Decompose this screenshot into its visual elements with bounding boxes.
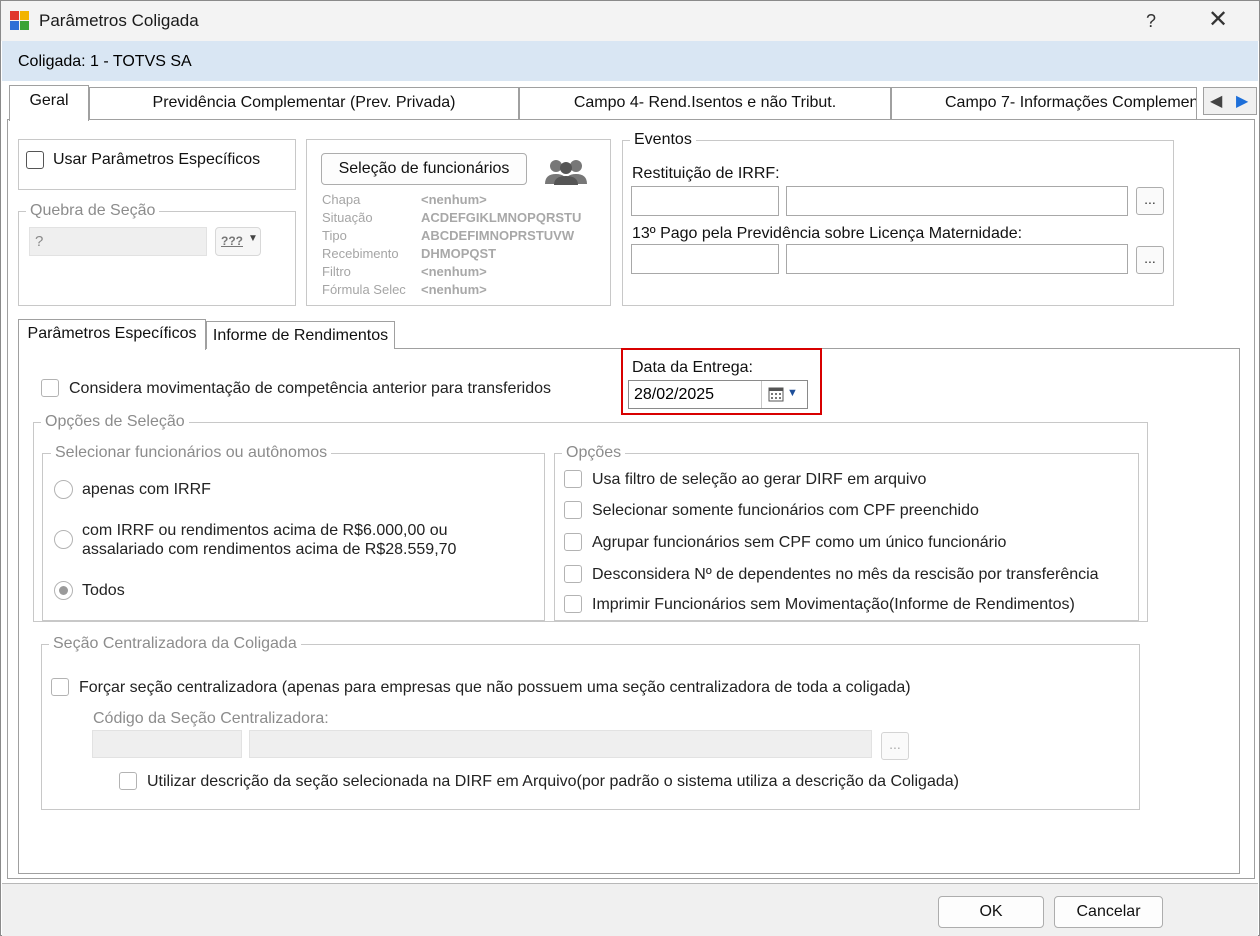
selecao-row-value: DHMOPQST [421,246,497,261]
selecao-row-label: Tipo [322,228,347,243]
selecao-row-value: <nenhum> [421,282,487,297]
selecao-row-label: Situação [322,210,373,225]
forcar-secao-checkbox[interactable] [51,678,69,696]
chevron-down-icon[interactable]: ▼ [787,387,798,399]
decimo-lookup-button[interactable]: ... [1136,246,1164,274]
tab-scroll-left-icon[interactable]: ◀ [1210,91,1222,111]
opcoes-legend: Opções [562,444,626,462]
codigo-secao-label: Código da Seção Centralizadora: [93,710,329,727]
ok-button[interactable]: OK [938,896,1044,928]
selecao-funcionarios-button[interactable]: Seleção de funcionários [321,153,527,185]
quebra-secao-group [18,211,296,306]
secao-lookup-button[interactable]: ... [881,732,909,760]
opcao-usa-filtro-label: Usa filtro de seleção ao gerar DIRF em a… [592,471,927,488]
radio-apenas-irrf-label: apenas com IRRF [82,481,211,498]
selecao-row-value: ABCDEFIMNOPRSTUVW [421,228,575,243]
selecionar-funcionarios-legend: Selecionar funcionários ou autônomos [51,444,332,462]
considera-label: Considera movimentação de competência an… [69,380,552,397]
tab-scroll-buttons: ◀ ▶ [1203,87,1257,115]
radio-com-irrf-label-line2: assalariado com rendimentos acima de R$2… [82,541,457,558]
dialog-window: Parâmetros Coligada ? ✕ Coligada: 1 - TO… [0,0,1260,936]
opcao-agrupar-checkbox[interactable] [564,533,582,551]
quebra-secao-dropdown-button[interactable]: ??? ▼ [215,227,261,256]
tab-geral[interactable]: Geral [9,85,89,121]
usar-parametros-label: Usar Parâmetros Específicos [53,151,261,168]
selecao-row-label: Fórmula Selec [322,282,406,297]
chevron-down-icon: ▼ [248,233,258,244]
restituicao-label: Restituição de IRRF: [632,165,780,182]
selecao-row-label: Chapa [322,192,361,207]
opcao-somente-cpf-checkbox[interactable] [564,501,582,519]
forcar-secao-label: Forçar seção centralizadora (apenas para… [79,679,911,696]
quebra-secao-input[interactable]: ? [29,227,207,256]
selecao-row-label: Recebimento [322,246,399,261]
selecao-row-value: <nenhum> [421,264,487,279]
subtab-parametros-especificos[interactable]: Parâmetros Específicos [18,319,206,350]
secao-centralizadora-legend: Seção Centralizadora da Coligada [49,635,301,653]
descricao-secao-input[interactable] [249,730,872,758]
tab-campo-4[interactable]: Campo 4- Rend.Isentos e não Tribut. [519,87,891,119]
coligada-label: Coligada: 1 - TOTVS SA [18,53,192,70]
codigo-secao-input[interactable] [92,730,242,758]
usar-parametros-checkbox[interactable] [26,151,44,169]
selecao-row-label: Filtro [322,264,351,279]
selecao-row-value: <nenhum> [421,192,487,207]
opcao-somente-cpf-label: Selecionar somente funcionários com CPF … [592,502,979,519]
quebra-secao-legend: Quebra de Seção [26,202,160,220]
opcoes-selecao-legend: Opções de Seleção [41,413,189,431]
restituicao-code-input[interactable] [631,186,779,216]
window-title: Parâmetros Coligada [39,11,199,30]
tab-campo-7[interactable]: Campo 7- Informações Complementares [891,87,1197,119]
cancel-button[interactable]: Cancelar [1054,896,1163,928]
tab-scroll-right-icon[interactable]: ▶ [1236,91,1248,111]
radio-com-irrf-label-line1: com IRRF ou rendimentos acima de R$6.000… [82,522,448,539]
data-entrega-label: Data da Entrega: [632,359,753,376]
app-icon [10,11,30,31]
coligada-bar: Coligada: 1 - TOTVS SA [2,41,1258,81]
subtab-informe-rendimentos[interactable]: Informe de Rendimentos [206,321,395,349]
utilizar-descricao-label: Utilizar descrição da seção selecionada … [147,773,959,790]
radio-todos[interactable] [54,581,73,600]
data-entrega-input[interactable]: 28/02/2025 ▼ [628,380,808,409]
close-button[interactable]: ✕ [1195,5,1241,37]
considera-checkbox[interactable] [41,379,59,397]
help-button[interactable]: ? [1131,5,1171,37]
decimo-code-input[interactable] [631,244,779,274]
opcao-usa-filtro-checkbox[interactable] [564,470,582,488]
radio-com-irrf-ou-rendimentos[interactable] [54,530,73,549]
data-entrega-value: 28/02/2025 [634,386,715,403]
utilizar-descricao-checkbox[interactable] [119,772,137,790]
tab-previdencia-complementar[interactable]: Previdência Complementar (Prev. Privada) [89,87,519,119]
calendar-icon[interactable] [768,387,784,402]
restituicao-lookup-button[interactable]: ... [1136,187,1164,215]
radio-apenas-irrf[interactable] [54,480,73,499]
selecao-row-value: ACDEFGIKLMNOPQRSTU [421,210,582,225]
decimo-label: 13º Pago pela Previdência sobre Licença … [632,225,1023,242]
opcao-agrupar-label: Agrupar funcionários sem CPF como um úni… [592,534,1007,551]
opcao-imprimir-checkbox[interactable] [564,595,582,613]
quebra-secao-value: ? [35,233,44,250]
opcao-desconsidera-label: Desconsidera Nº de dependentes no mês da… [592,566,1099,583]
eventos-legend: Eventos [630,131,696,149]
opcao-imprimir-label: Imprimir Funcionários sem Movimentação(I… [592,596,1075,613]
title-bar: Parâmetros Coligada ? ✕ [1,1,1259,41]
decimo-description-input[interactable] [786,244,1128,274]
restituicao-description-input[interactable] [786,186,1128,216]
opcao-desconsidera-checkbox[interactable] [564,565,582,583]
quebra-secao-button-label: ??? [221,234,243,248]
users-group-icon [545,160,587,185]
radio-todos-label: Todos [82,582,125,599]
